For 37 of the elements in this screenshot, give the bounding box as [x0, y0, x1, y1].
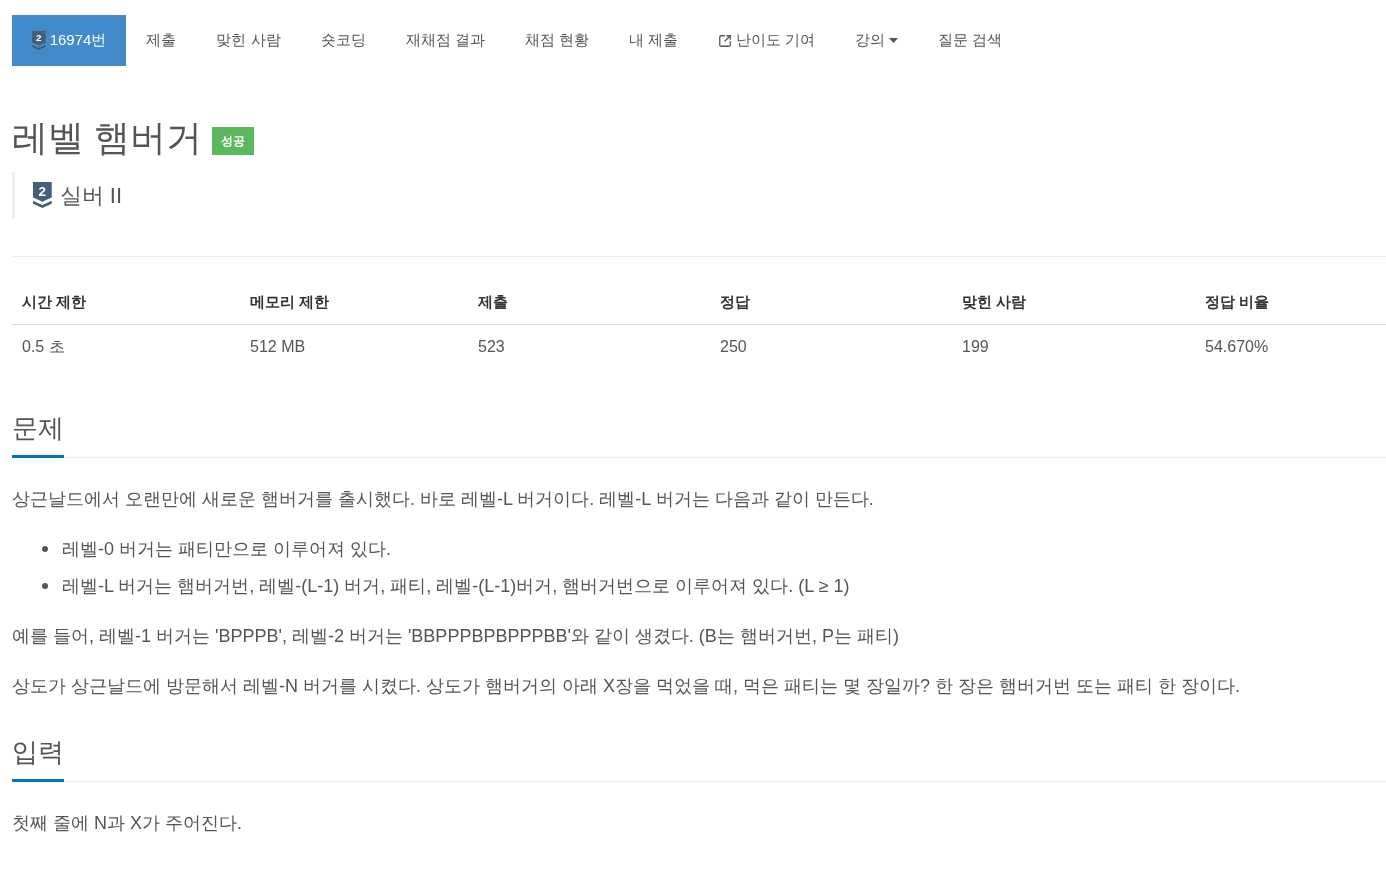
column-header: 정답 비율 [1205, 292, 1270, 310]
table-cell: 512 MB [250, 338, 306, 355]
problem-paragraph: 상도가 상근날드에 방문해서 레벨-N 버거를 시켰다. 상도가 햄버거의 아래 X장을 먹었을 때, 먹은 패티는 몇 장일까? 한 장은 햄버거번 또는 패티 한 장이다. [12, 675, 1242, 698]
nav-link[interactable]: 제출 [126, 15, 197, 66]
problem-paragraph: 예를 들어, 레벨-1 버거는 'BPPPB', 레벨-2 버거는 'BBPPPBPBPPPBB'와 같이 생겼다. (B는 햄버거번, P는 패티) [12, 625, 900, 648]
list-item-text: 레벨-0 버거는 패티만으로 이루어져 있다. [62, 538, 391, 561]
table-cell: 199 [962, 338, 989, 355]
status-badge: 성공 [212, 127, 254, 155]
nav-link[interactable]: 질문 검색 [918, 15, 1023, 66]
nav-dropdown[interactable]: 강의 [835, 15, 919, 66]
problem-tab[interactable]: 2 16974번 [12, 15, 127, 66]
tier-name: 실버 II [59, 181, 123, 210]
column-header: 시간 제한 [22, 292, 87, 310]
external-link-icon [718, 33, 733, 48]
nav-link[interactable]: 맞힌 사람 [196, 15, 301, 66]
nav-link[interactable]: 숏코딩 [300, 15, 386, 66]
bullet-icon [42, 546, 48, 552]
bullet-icon [42, 583, 48, 589]
column-header: 메모리 제한 [250, 292, 330, 310]
table-cell: 54.670% [1205, 338, 1269, 355]
problem-title: 레벨 햄버거 [12, 116, 202, 160]
column-header: 제출 [478, 292, 508, 310]
caret-icon [889, 38, 899, 43]
column-header: 정답 [720, 292, 750, 310]
table-cell: 523 [478, 338, 505, 355]
nav-link[interactable]: 난이도 기여 [698, 15, 836, 66]
table-cell: 250 [720, 338, 747, 355]
nav-link[interactable]: 재채점 결과 [385, 15, 505, 66]
column-header: 맞힌 사람 [962, 292, 1027, 310]
section-heading: 입력 [12, 735, 64, 782]
problem-paragraph: 첫째 줄에 N과 X가 주어진다. [12, 812, 243, 835]
section-heading: 문제 [12, 411, 64, 458]
nav-link[interactable]: 채점 현황 [504, 15, 609, 66]
nav-link[interactable]: 내 제출 [608, 15, 699, 66]
problem-paragraph: 상근날드에서 오랜만에 새로운 햄버거를 출시했다. 바로 레벨-L 버거이다. 레벨-L 버거는 다음과 같이 만든다. [12, 488, 875, 511]
list-item-text: 레벨-L 버거는 햄버거번, 레벨-(L-1) 버거, 패티, 레벨-(L-1)버거, 햄버거번으로 이루어져 있다. (L ≥ 1) [62, 575, 850, 598]
table-cell: 0.5 초 [22, 338, 65, 355]
